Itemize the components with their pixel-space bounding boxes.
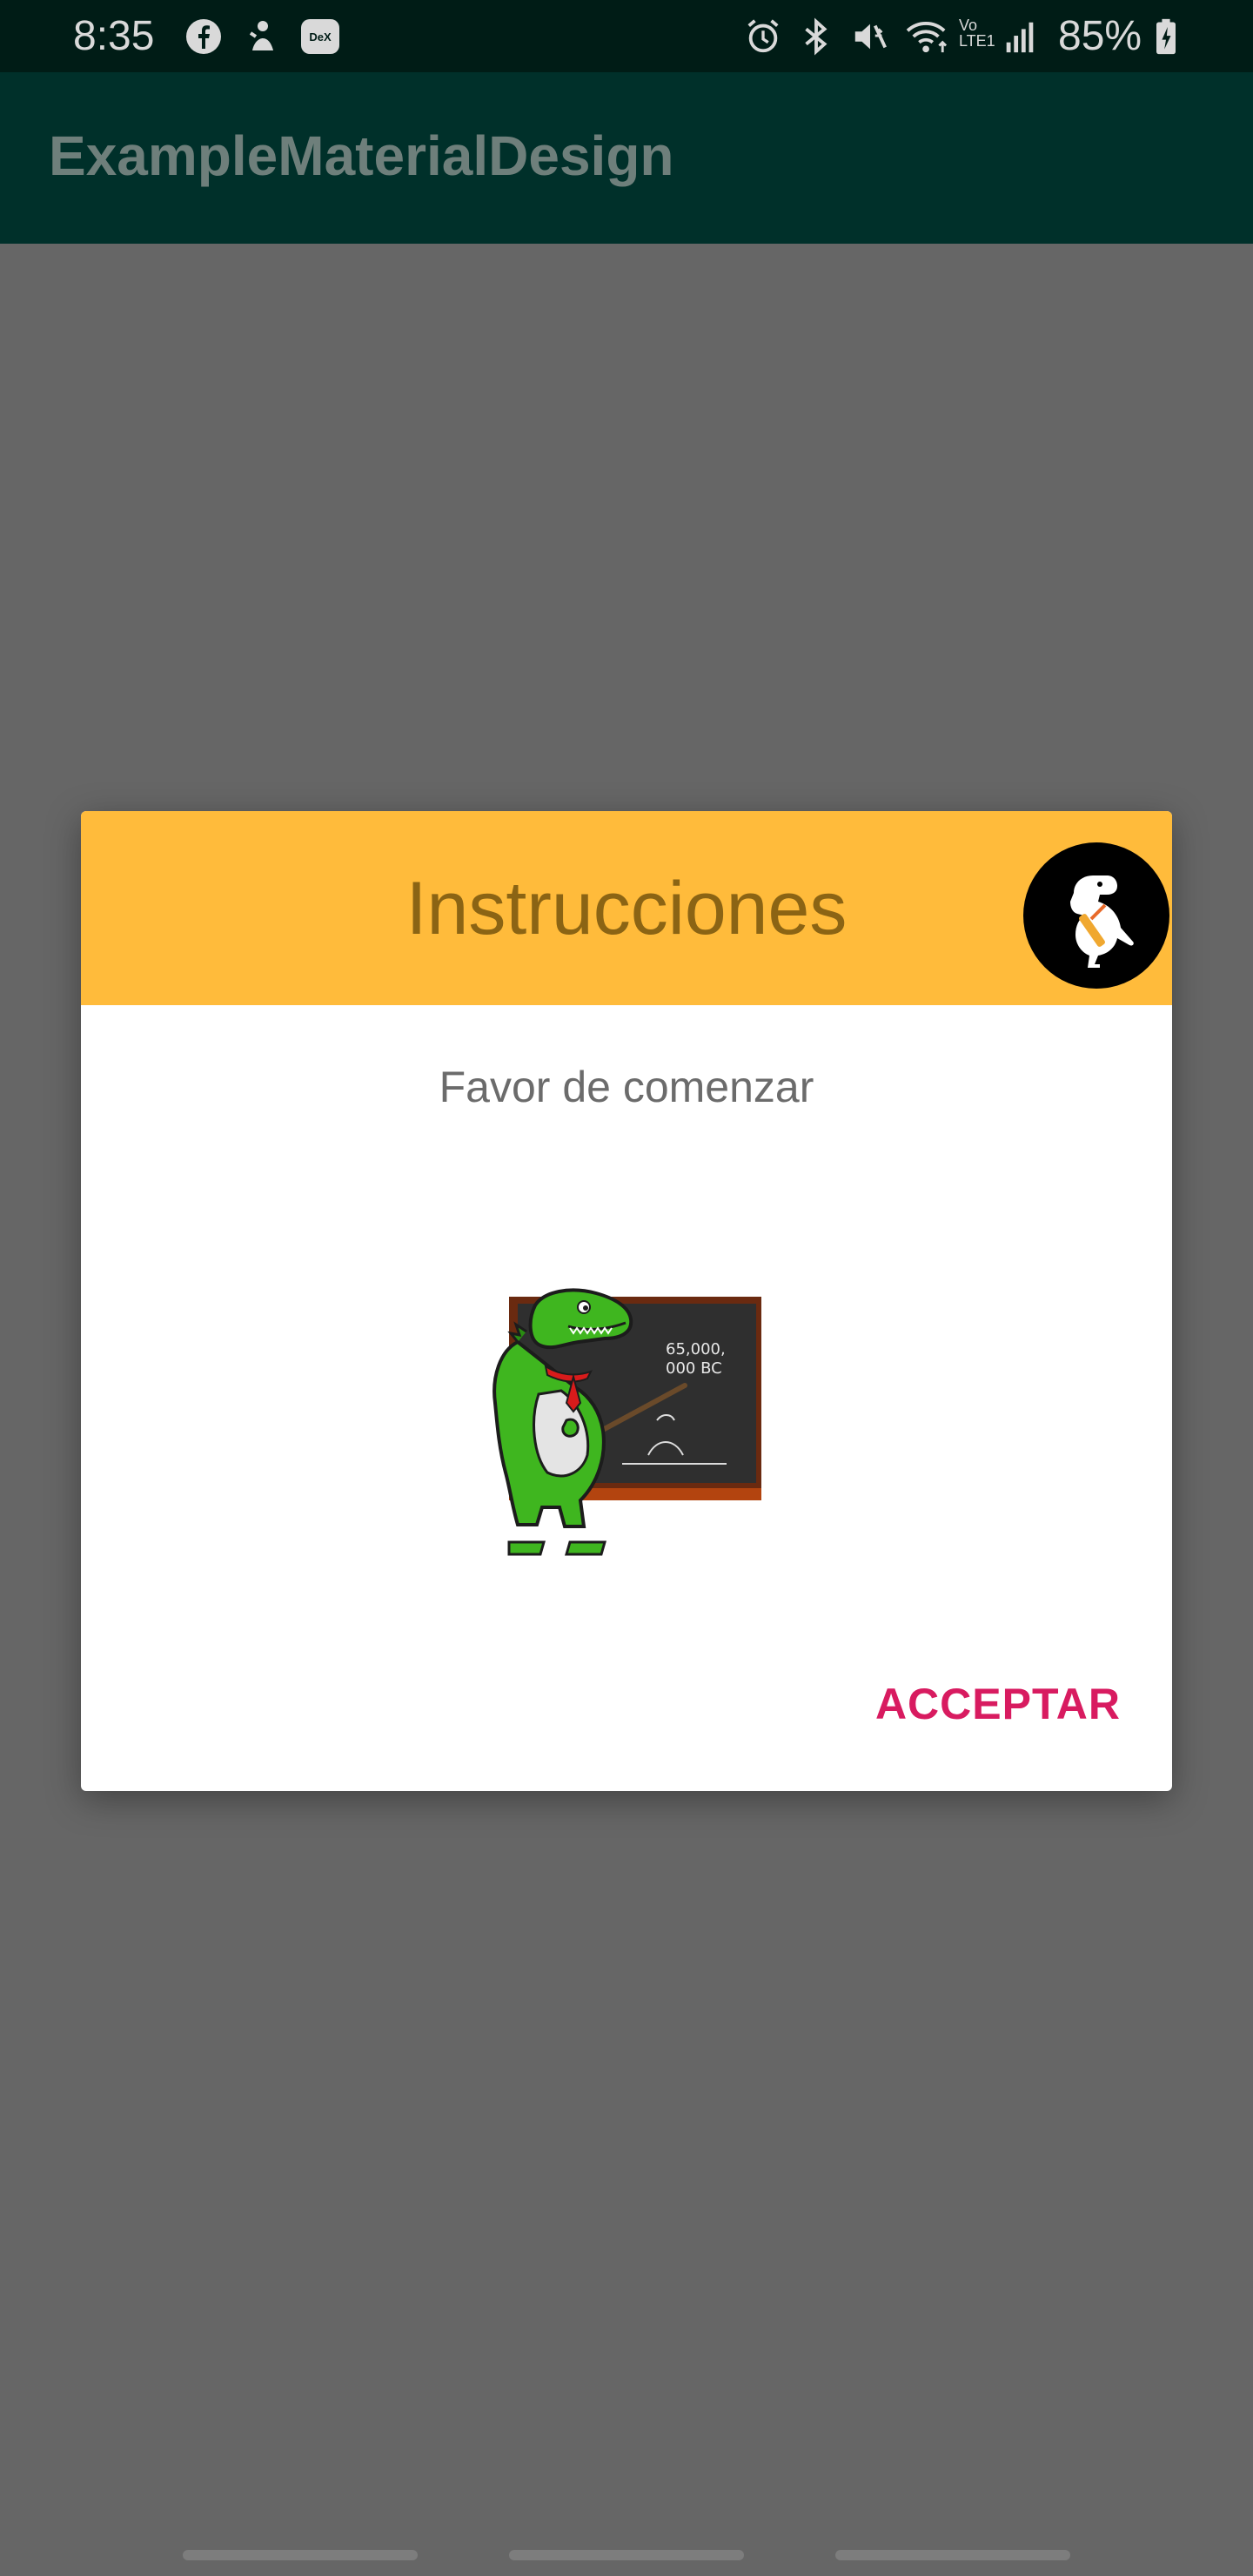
dinosaur-avatar-graphic bbox=[1070, 875, 1134, 968]
app-bar: ExampleMaterialDesign bbox=[0, 72, 1253, 244]
dialog-header: Instrucciones bbox=[81, 811, 1172, 1005]
chalkboard-text-1: 65,000, bbox=[666, 1340, 726, 1358]
dialog-title: Instrucciones bbox=[405, 866, 848, 950]
app-title: ExampleMaterialDesign bbox=[49, 124, 674, 187]
mute-icon bbox=[854, 23, 887, 50]
navigation-bar bbox=[0, 2524, 1253, 2576]
volte-label: Vo LTE1 bbox=[959, 17, 995, 50]
signal-icon bbox=[1006, 22, 1034, 53]
alarm-icon bbox=[747, 19, 779, 53]
notification-icon bbox=[249, 21, 273, 50]
chalkboard-text-2: 000 BC bbox=[666, 1359, 722, 1378]
instructions-dialog: Instrucciones Favor de comenzar 65,000, … bbox=[81, 811, 1172, 1791]
status-bar: 8:35 DeX Vo LTE1 85% bbox=[0, 0, 1253, 72]
nav-back-hint[interactable] bbox=[835, 2550, 1070, 2560]
status-time: 8:35 bbox=[73, 13, 155, 59]
volte-icon: Vo LTE1 bbox=[959, 17, 1002, 56]
facebook-icon bbox=[186, 19, 221, 54]
dinosaur-avatar-icon bbox=[1023, 842, 1169, 989]
nav-home-hint[interactable] bbox=[509, 2550, 744, 2560]
bluetooth-icon bbox=[805, 17, 828, 56]
battery-percent: 85% bbox=[1058, 13, 1142, 59]
dinosaur-teacher-illustration: 65,000, 000 BC bbox=[492, 1288, 761, 1556]
wifi-icon bbox=[906, 22, 948, 53]
dex-label: DeX bbox=[309, 30, 332, 44]
accept-button[interactable]: ACCEPTAR bbox=[852, 1669, 1144, 1739]
nav-recents-hint[interactable] bbox=[183, 2550, 418, 2560]
dex-icon: DeX bbox=[301, 19, 339, 54]
dialog-message: Favor de comenzar bbox=[439, 1063, 814, 1111]
battery-icon bbox=[1156, 18, 1176, 55]
